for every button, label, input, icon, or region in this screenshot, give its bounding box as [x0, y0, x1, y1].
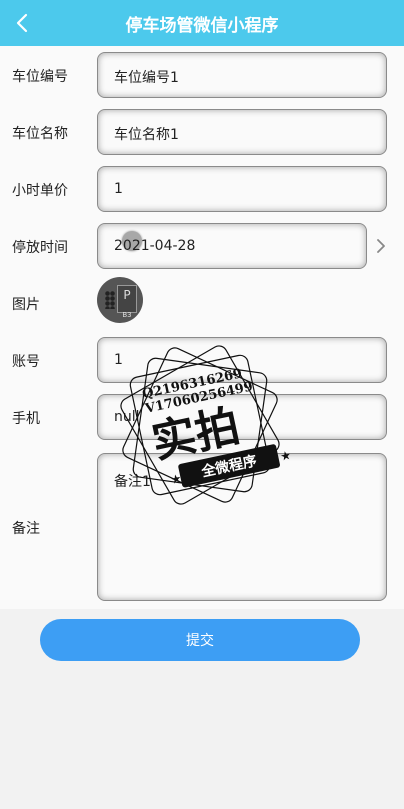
phone-field[interactable]: null — [97, 394, 387, 440]
hourly-price-label: 小时单价 — [12, 183, 68, 199]
space-name-field[interactable]: 车位名称1 — [97, 109, 387, 155]
phone-label: 手机 — [12, 411, 40, 427]
remarks-value: 备注1 — [114, 474, 151, 490]
hourly-price-value: 1 — [114, 181, 123, 197]
account-field[interactable]: 1 — [97, 337, 387, 383]
hourly-price-field[interactable]: 1 — [97, 166, 387, 212]
space-no-field[interactable]: 车位编号1 — [97, 52, 387, 98]
space-name-value: 车位名称1 — [114, 127, 179, 143]
account-value: 1 — [114, 352, 123, 368]
thumb-pattern — [105, 291, 115, 309]
space-no-value: 车位编号1 — [114, 70, 179, 86]
parking-time-picker[interactable]: 2021-04-28 — [97, 223, 367, 269]
image-label: 图片 — [12, 297, 40, 313]
page-title: 停车场管微信小程序 — [125, 16, 279, 36]
account-label: 账号 — [12, 354, 40, 370]
chevron-right-icon[interactable] — [373, 237, 389, 255]
phone-value: null — [114, 409, 140, 425]
parking-time-label: 停放时间 — [12, 240, 68, 256]
space-name-label: 车位名称 — [12, 126, 68, 142]
remarks-label: 备注 — [12, 521, 40, 537]
app-header: 停车场管微信小程序 — [0, 0, 404, 46]
parking-time-value: 2021-04-28 — [114, 238, 196, 254]
submit-button[interactable]: 提交 — [40, 619, 360, 661]
space-no-label: 车位编号 — [12, 69, 68, 85]
parking-sign: P B3 — [117, 285, 137, 319]
remarks-textarea[interactable]: 备注1 — [97, 453, 387, 601]
parking-image-thumbnail[interactable]: P B3 — [97, 277, 143, 323]
